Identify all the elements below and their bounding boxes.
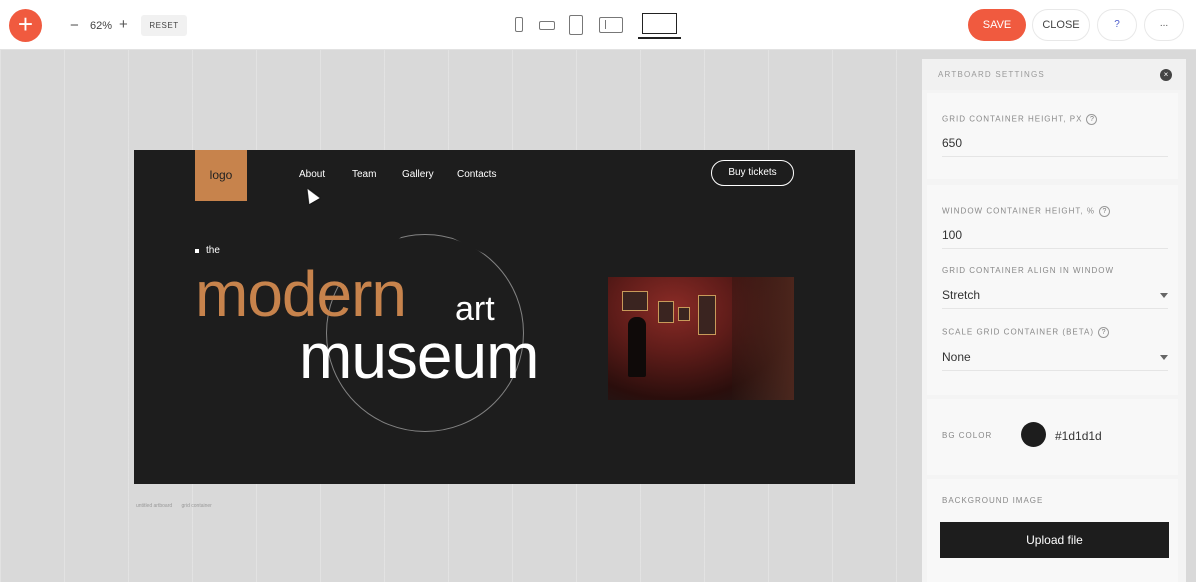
panel-title: ARTBOARD SETTINGS xyxy=(938,70,1045,79)
scale-select-value: None xyxy=(942,350,971,364)
scale-label-text: SCALE GRID CONTAINER (BETA) xyxy=(942,327,1095,337)
phone-portrait-icon[interactable] xyxy=(515,17,523,32)
grid-height-label-text: GRID CONTAINER HEIGHT, PX xyxy=(942,114,1083,124)
upload-file-button[interactable]: Upload file xyxy=(940,522,1169,558)
zoom-out-button[interactable]: − xyxy=(70,17,79,34)
painting-frame xyxy=(658,301,674,323)
bg-color-section: BG COLOR #1d1d1d xyxy=(927,399,1178,475)
top-toolbar: + − 62% + RESET SAVE CLOSE ? ... xyxy=(0,0,1196,50)
grid-height-label: GRID CONTAINER HEIGHT, PX? xyxy=(942,114,1098,125)
desktop-icon[interactable] xyxy=(642,13,677,34)
window-height-label: WINDOW CONTAINER HEIGHT, %? xyxy=(942,206,1110,217)
panel-header: ARTBOARD SETTINGS × xyxy=(922,59,1186,90)
bullet-dot xyxy=(195,249,199,253)
help-button[interactable]: ? xyxy=(1097,9,1137,41)
zoom-in-button[interactable]: + xyxy=(119,16,128,33)
align-select-value: Stretch xyxy=(942,288,981,302)
grid-height-section: GRID CONTAINER HEIGHT, PX? 650 xyxy=(927,93,1178,179)
help-icon[interactable]: ? xyxy=(1086,114,1098,125)
bg-color-swatch[interactable] xyxy=(1021,422,1046,447)
phone-landscape-icon[interactable] xyxy=(539,21,555,30)
align-select[interactable]: Stretch xyxy=(942,288,1168,309)
scale-select[interactable]: None xyxy=(942,350,1168,371)
headline-the: the xyxy=(206,245,220,256)
site-logo[interactable]: logo xyxy=(195,150,247,201)
visitor-silhouette xyxy=(628,317,646,377)
bg-color-label: BG COLOR xyxy=(942,431,993,440)
gallery-wall xyxy=(732,277,794,400)
nav-link-gallery[interactable]: Gallery xyxy=(402,169,434,180)
window-height-field[interactable]: 100 xyxy=(942,228,1168,249)
add-element-button[interactable]: + xyxy=(9,9,42,42)
gallery-photo[interactable] xyxy=(608,277,794,400)
artboard-settings-panel: ARTBOARD SETTINGS × GRID CONTAINER HEIGH… xyxy=(922,59,1186,582)
nav-link-team[interactable]: Team xyxy=(352,169,376,180)
tablet-portrait-icon[interactable] xyxy=(569,15,583,35)
desktop-icon-base xyxy=(638,37,681,39)
painting-frame xyxy=(698,295,716,335)
artboard[interactable]: logo About Team Gallery Contacts Buy tic… xyxy=(134,150,855,484)
breadcrumb-item[interactable]: grid container xyxy=(182,503,212,509)
help-icon[interactable]: ? xyxy=(1098,327,1110,338)
chevron-down-icon xyxy=(1160,293,1168,298)
more-options-button[interactable]: ... xyxy=(1144,9,1184,41)
breadcrumb-item[interactable]: untitled artboard xyxy=(136,503,172,509)
painting-frame xyxy=(622,291,648,311)
scale-label: SCALE GRID CONTAINER (BETA)? xyxy=(942,327,1110,338)
buy-tickets-button[interactable]: Buy tickets xyxy=(711,160,794,186)
align-label: GRID CONTAINER ALIGN IN WINDOW xyxy=(942,266,1115,275)
zoom-level: 62% xyxy=(90,20,113,32)
save-button[interactable]: SAVE xyxy=(968,9,1026,41)
nav-link-contacts[interactable]: Contacts xyxy=(457,169,496,180)
breadcrumb: untitled artboard grid container xyxy=(136,503,220,509)
chevron-down-icon xyxy=(1160,355,1168,360)
close-button[interactable]: CLOSE xyxy=(1032,9,1090,41)
nav-link-about[interactable]: About xyxy=(299,169,325,180)
reset-zoom-button[interactable]: RESET xyxy=(141,15,187,36)
grid-height-field[interactable]: 650 xyxy=(942,136,1168,157)
headline-museum[interactable]: museum xyxy=(299,324,539,388)
painting-frame xyxy=(678,307,690,321)
window-settings-section: WINDOW CONTAINER HEIGHT, %? 100 GRID CON… xyxy=(927,185,1178,395)
editor-canvas[interactable]: logo About Team Gallery Contacts Buy tic… xyxy=(0,50,920,582)
close-panel-icon[interactable]: × xyxy=(1160,69,1172,81)
headline-modern[interactable]: modern xyxy=(195,262,407,326)
bg-color-value[interactable]: #1d1d1d xyxy=(1055,429,1102,443)
window-height-label-text: WINDOW CONTAINER HEIGHT, % xyxy=(942,206,1095,216)
bg-image-label: BACKGROUND IMAGE xyxy=(942,496,1044,505)
bg-image-section: BACKGROUND IMAGE Upload file xyxy=(927,479,1178,582)
tablet-landscape-icon[interactable] xyxy=(599,17,623,33)
help-icon[interactable]: ? xyxy=(1098,206,1110,217)
